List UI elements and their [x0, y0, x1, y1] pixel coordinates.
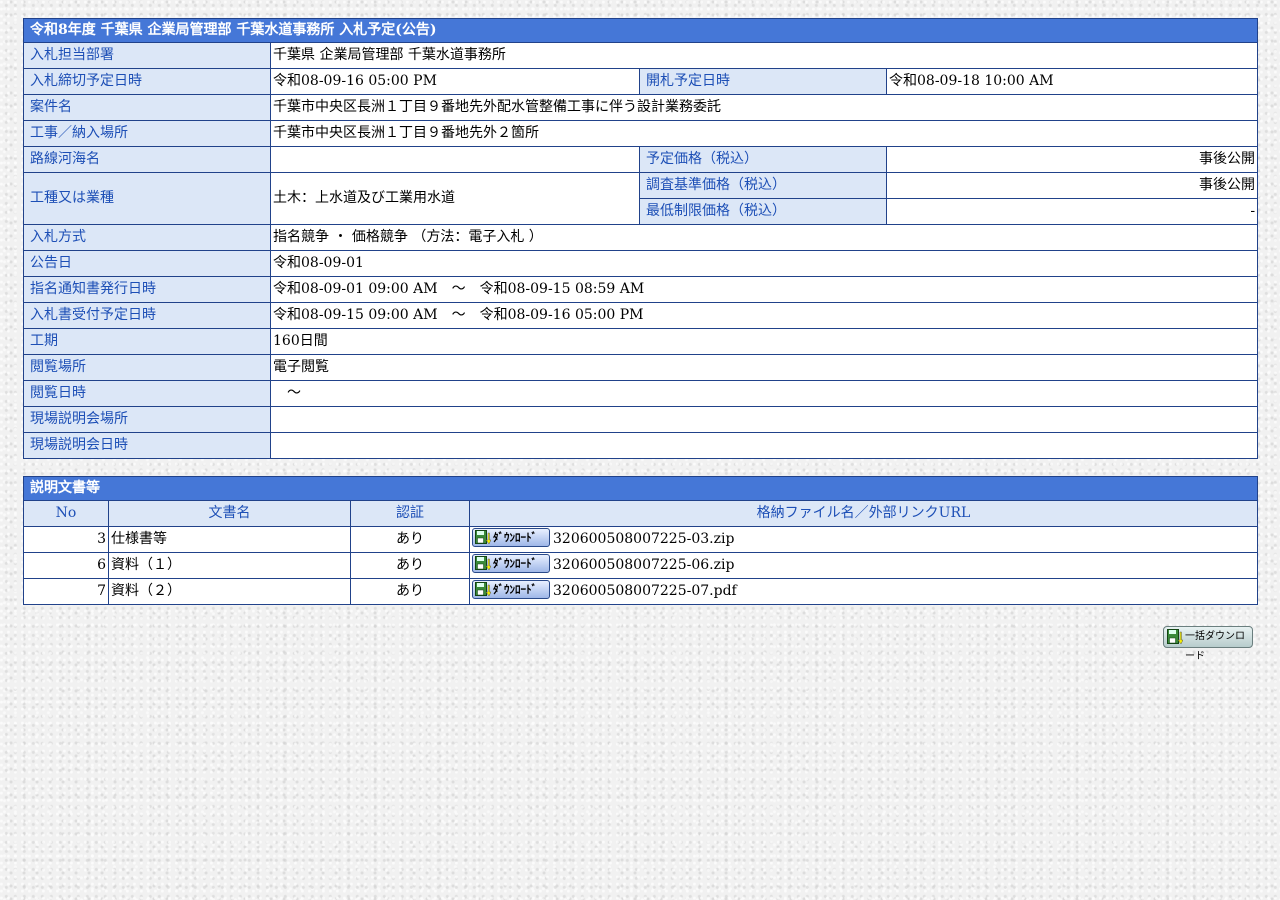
row-view-date: 閲覧日時 ～ [23, 380, 1259, 407]
docs-table: 説明文書等 No 文書名 認証 格納ファイル名／外部リンクURL 3 仕様書等 … [23, 476, 1258, 605]
doc-no: 3 [23, 526, 109, 553]
route-value [270, 146, 640, 173]
doc-name: 資料（１） [108, 552, 351, 579]
view-place-label: 閲覧場所 [23, 354, 271, 381]
open-value: 令和08-09-18 10:00 AM [885, 68, 1259, 95]
view-place-value: 電子閲覧 [269, 354, 1259, 381]
floppy-download-icon [475, 530, 491, 545]
doc-file-cell: ﾀﾞｳﾝﾛｰﾄﾞ 320600508007225-06.zip [469, 552, 1258, 579]
download-button-label: ﾀﾞｳﾝﾛｰﾄﾞ [493, 583, 537, 596]
doc-auth: あり [350, 578, 470, 605]
table-row: 7 資料（２） あり ﾀﾞｳﾝﾛｰﾄﾞ 320600508007225-07.p… [23, 578, 1258, 605]
row-method: 入札方式 指名競争 ・ 価格競争 （方法：電子入札 ） [23, 224, 1259, 251]
notice-date-label: 公告日 [23, 250, 271, 277]
bid-info-table: 令和8年度 千葉県 企業局管理部 千葉水道事務所 入札予定(公告) 入札担当部署… [22, 18, 1259, 459]
period-value: 160日間 [269, 328, 1259, 355]
docs-header-row: No 文書名 認証 格納ファイル名／外部リンクURL [23, 500, 1258, 527]
issue-value: 令和08-09-01 09:00 AM ～ 令和08-09-15 08:59 A… [269, 276, 1259, 303]
row-notice-date: 公告日 令和08-09-01 [23, 250, 1259, 277]
doc-file-name: 320600508007225-06.zip [553, 557, 735, 573]
row-case: 案件名 千葉市中央区長洲１丁目９番地先外配水管整備工事に伴う設計業務委託 [23, 94, 1259, 121]
row-view-place: 閲覧場所 電子閲覧 [23, 354, 1259, 381]
method-value: 指名競争 ・ 価格競争 （方法：電子入札 ） [269, 224, 1259, 251]
row-site-date: 現場説明会日時 [23, 432, 1259, 459]
download-button[interactable]: ﾀﾞｳﾝﾛｰﾄﾞ [472, 528, 550, 547]
case-label: 案件名 [23, 94, 271, 121]
doc-file-name: 320600508007225-03.zip [553, 531, 735, 547]
row-issue: 指名通知書発行日時 令和08-09-01 09:00 AM ～ 令和08-09-… [23, 276, 1259, 303]
site-place-label: 現場説明会場所 [23, 406, 271, 433]
place-value: 千葉市中央区長洲１丁目９番地先外２箇所 [269, 120, 1259, 147]
row-deadline: 入札締切予定日時 令和08-09-16 05:00 PM 開札予定日時 令和08… [23, 68, 1259, 95]
doc-file-cell: ﾀﾞｳﾝﾛｰﾄﾞ 320600508007225-03.zip [469, 526, 1258, 553]
docs-header-name: 文書名 [108, 500, 351, 527]
download-button[interactable]: ﾀﾞｳﾝﾛｰﾄﾞ [472, 554, 550, 573]
bulk-download-label: 一括ダウンロード [1185, 631, 1245, 662]
survey-price-label: 調査基準価格（税込） [639, 172, 887, 199]
site-date-value [269, 432, 1259, 459]
download-button[interactable]: ﾀﾞｳﾝﾛｰﾄﾞ [472, 580, 550, 599]
doc-file-cell: ﾀﾞｳﾝﾛｰﾄﾞ 320600508007225-07.pdf [469, 578, 1258, 605]
planned-price-value: 事後公開 [885, 146, 1259, 173]
type-label: 工種又は業種 [23, 172, 271, 225]
docs-header-file: 格納ファイル名／外部リンクURL [469, 500, 1258, 527]
place-label: 工事／納入場所 [23, 120, 271, 147]
docs-title: 説明文書等 [23, 476, 1258, 501]
site-place-value [269, 406, 1259, 433]
period-label: 工期 [23, 328, 271, 355]
doc-auth: あり [350, 552, 470, 579]
download-button-label: ﾀﾞｳﾝﾛｰﾄﾞ [493, 531, 537, 544]
route-label: 路線河海名 [23, 146, 271, 173]
page-content: 令和8年度 千葉県 企業局管理部 千葉水道事務所 入札予定(公告) 入札担当部署… [22, 18, 1259, 605]
min-price-value: - [885, 198, 1259, 225]
case-value: 千葉市中央区長洲１丁目９番地先外配水管整備工事に伴う設計業務委託 [269, 94, 1259, 121]
table-row: 6 資料（１） あり ﾀﾞｳﾝﾛｰﾄﾞ 320600508007225-06.z… [23, 552, 1258, 579]
doc-auth: あり [350, 526, 470, 553]
row-receipt: 入札書受付予定日時 令和08-09-15 09:00 AM ～ 令和08-09-… [23, 302, 1259, 329]
deadline-value: 令和08-09-16 05:00 PM [270, 68, 640, 95]
type-value: 土木：上水道及び工業用水道 [270, 172, 640, 225]
floppy-download-icon [475, 582, 491, 597]
row-period: 工期 160日間 [23, 328, 1259, 355]
doc-no: 6 [23, 552, 109, 579]
docs-header-no: No [23, 500, 109, 527]
planned-price-label: 予定価格（税込） [639, 146, 887, 173]
doc-name: 資料（２） [108, 578, 351, 605]
table-row: 3 仕様書等 あり ﾀﾞｳﾝﾛｰﾄﾞ 320600508007225-03.zi… [23, 526, 1258, 553]
download-button-label: ﾀﾞｳﾝﾛｰﾄﾞ [493, 557, 537, 570]
row-route: 路線河海名 予定価格（税込） 事後公開 [23, 146, 1259, 173]
receipt-label: 入札書受付予定日時 [23, 302, 271, 329]
dept-label: 入札担当部署 [23, 42, 271, 69]
site-date-label: 現場説明会日時 [23, 432, 271, 459]
receipt-value: 令和08-09-15 09:00 AM ～ 令和08-09-16 05:00 P… [269, 302, 1259, 329]
deadline-label: 入札締切予定日時 [23, 68, 271, 95]
issue-label: 指名通知書発行日時 [23, 276, 271, 303]
doc-name: 仕様書等 [108, 526, 351, 553]
floppy-download-icon [475, 556, 491, 571]
open-label: 開札予定日時 [639, 68, 887, 95]
dept-value: 千葉県 企業局管理部 千葉水道事務所 [269, 42, 1259, 69]
view-date-value: ～ [269, 380, 1259, 407]
view-date-label: 閲覧日時 [23, 380, 271, 407]
row-site-place: 現場説明会場所 [23, 406, 1259, 433]
row-dept: 入札担当部署 千葉県 企業局管理部 千葉水道事務所 [23, 42, 1259, 69]
docs-header-auth: 認証 [350, 500, 470, 527]
min-price-label: 最低制限価格（税込） [639, 198, 887, 225]
doc-file-name: 320600508007225-07.pdf [553, 583, 737, 599]
floppy-download-icon [1167, 629, 1183, 645]
bid-info-title-row: 令和8年度 千葉県 企業局管理部 千葉水道事務所 入札予定(公告) [22, 18, 1259, 43]
doc-no: 7 [23, 578, 109, 605]
survey-price-value: 事後公開 [885, 172, 1259, 199]
row-type: 工種又は業種 土木：上水道及び工業用水道 調査基準価格（税込） 事後公開 [23, 172, 1259, 225]
row-place: 工事／納入場所 千葉市中央区長洲１丁目９番地先外２箇所 [23, 120, 1259, 147]
docs-title-row: 説明文書等 [23, 476, 1258, 501]
bid-info-title: 令和8年度 千葉県 企業局管理部 千葉水道事務所 入札予定(公告) [22, 18, 1259, 43]
bulk-download-button[interactable]: 一括ダウンロード [1163, 626, 1253, 662]
notice-date-value: 令和08-09-01 [269, 250, 1259, 277]
method-label: 入札方式 [23, 224, 271, 251]
